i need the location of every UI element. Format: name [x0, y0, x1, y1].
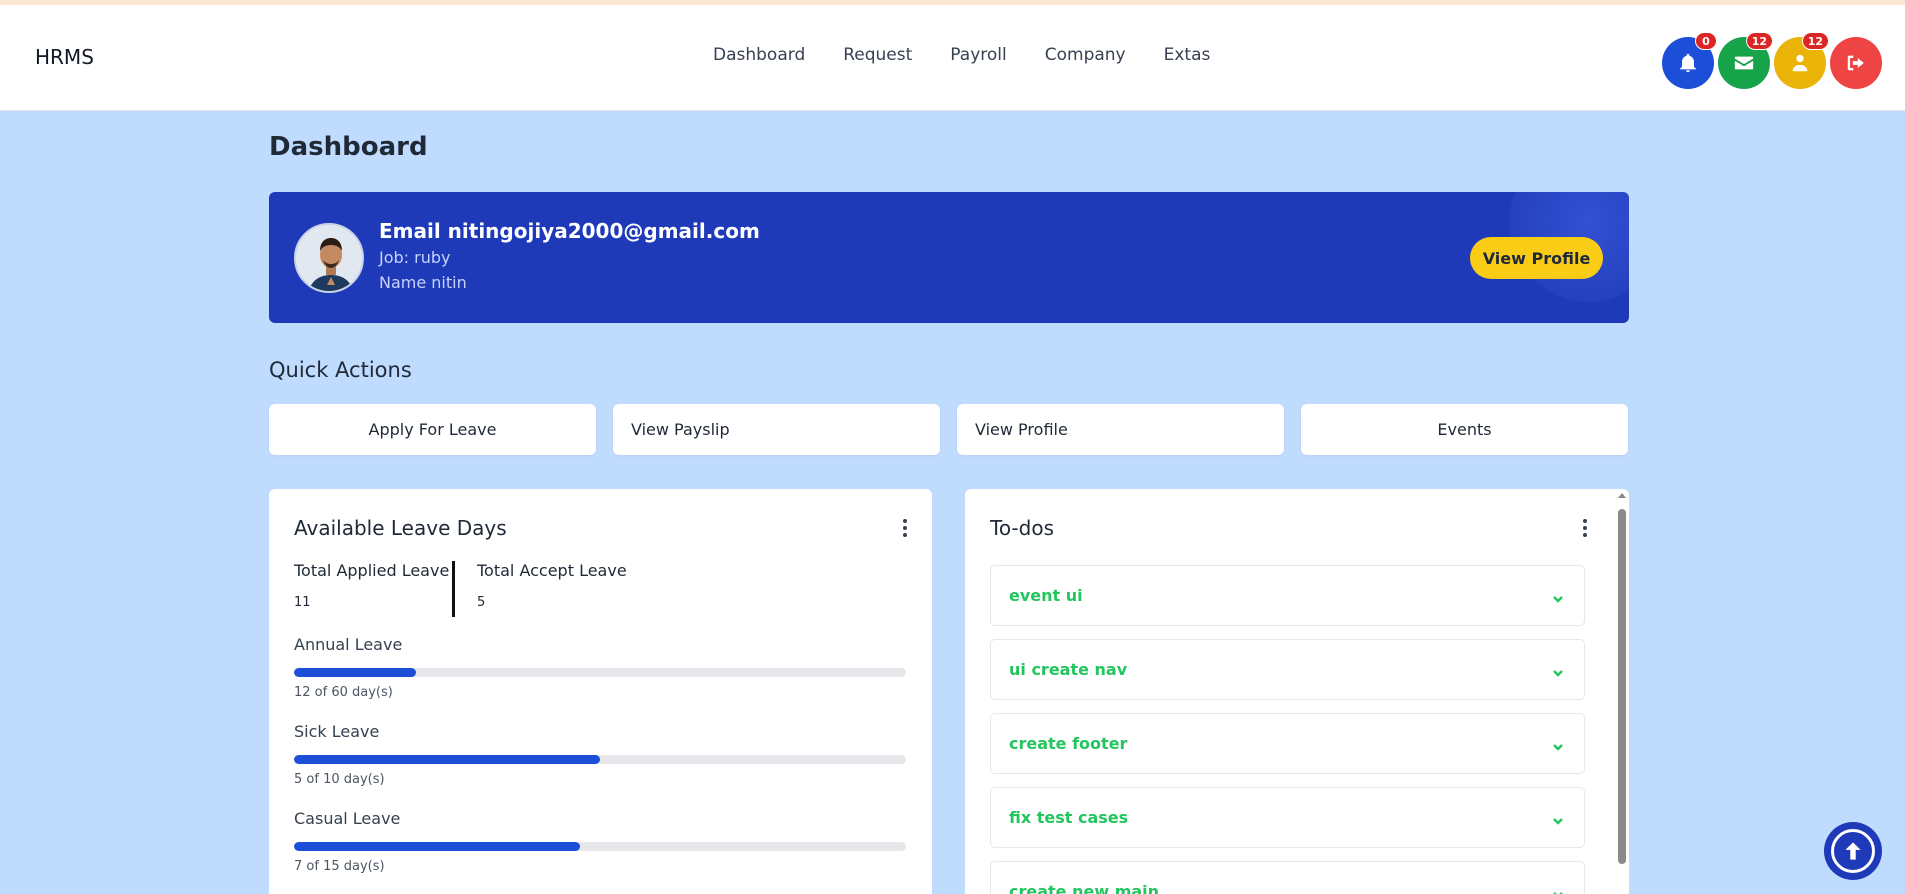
chevron-down-icon[interactable]: [1552, 812, 1564, 825]
leave-progress-bar: [294, 755, 906, 764]
todo-label: ui create nav: [1009, 660, 1128, 679]
avatar: [294, 223, 364, 293]
profile-card: Email nitingojiya2000@gmail.com Job: rub…: [269, 192, 1629, 323]
todo-item[interactable]: fix test cases: [990, 787, 1585, 848]
quick-actions-title: Quick Actions: [269, 358, 412, 382]
events-button[interactable]: Events: [1301, 404, 1628, 455]
leave-card-title: Available Leave Days: [294, 516, 507, 540]
logout-button[interactable]: [1830, 37, 1882, 89]
profile-name: Name nitin: [379, 273, 467, 292]
casual-leave-block: Casual Leave 7 of 15 day(s): [294, 809, 906, 874]
arrow-up-icon: [1831, 829, 1875, 873]
leave-type-name: Annual Leave: [294, 635, 403, 654]
leave-caption: 7 of 15 day(s): [294, 859, 385, 874]
nav-link-extas[interactable]: Extas: [1164, 45, 1211, 65]
nav-links: Dashboard Request Payroll Company Extas: [713, 45, 1210, 65]
navbar: HRMS Dashboard Request Payroll Company E…: [0, 5, 1905, 111]
todo-item[interactable]: create footer: [990, 713, 1585, 774]
view-profile-button[interactable]: View Profile: [1470, 237, 1603, 279]
leave-type-name: Sick Leave: [294, 722, 380, 741]
todo-label: event ui: [1009, 586, 1083, 605]
apply-for-leave-button[interactable]: Apply For Leave: [269, 404, 596, 455]
todos-scrollbar[interactable]: [1617, 491, 1627, 894]
total-accept-stat: Total Accept Leave 5: [477, 561, 627, 610]
todo-item[interactable]: create new main: [990, 861, 1585, 894]
leave-type-name: Casual Leave: [294, 809, 401, 828]
profile-job: Job: ruby: [379, 248, 451, 267]
stat-divider: [452, 561, 455, 617]
chevron-down-icon[interactable]: [1552, 664, 1564, 677]
total-accept-label: Total Accept Leave: [477, 561, 627, 580]
chevron-down-icon[interactable]: [1552, 886, 1564, 894]
messages-badge: 12: [1745, 32, 1773, 50]
mail-icon: [1734, 56, 1754, 70]
total-applied-value: 11: [294, 595, 311, 610]
sick-leave-block: Sick Leave 5 of 10 day(s): [294, 722, 906, 787]
brand-logo[interactable]: HRMS: [35, 45, 94, 69]
todos-card: To-dos event ui ui create nav create foo…: [965, 489, 1629, 894]
chevron-down-icon[interactable]: [1552, 590, 1564, 603]
profile-email: Email nitingojiya2000@gmail.com: [379, 219, 760, 243]
nav-icons: 0 12 12: [1662, 32, 1882, 89]
users-button[interactable]: 12: [1774, 32, 1829, 89]
nav-link-request[interactable]: Request: [843, 45, 912, 65]
leave-progress-fill: [294, 755, 600, 764]
annual-leave-block: Annual Leave 12 of 60 day(s): [294, 635, 906, 700]
page-title: Dashboard: [269, 132, 428, 162]
bell-icon: [1680, 53, 1696, 73]
todo-label: create footer: [1009, 734, 1128, 753]
total-accept-value: 5: [477, 595, 486, 610]
total-applied-stat: Total Applied Leave 11: [294, 561, 449, 610]
scroll-to-top-button[interactable]: [1824, 822, 1882, 880]
todo-item[interactable]: ui create nav: [990, 639, 1585, 700]
nav-link-dashboard[interactable]: Dashboard: [713, 45, 805, 65]
leave-progress-bar: [294, 842, 906, 851]
scroll-thumb[interactable]: [1618, 509, 1626, 864]
nav-link-payroll[interactable]: Payroll: [950, 45, 1006, 65]
todos-card-menu-icon[interactable]: [1582, 519, 1588, 537]
available-leave-card: Available Leave Days Total Applied Leave…: [269, 489, 932, 894]
todo-label: fix test cases: [1009, 808, 1129, 827]
leave-caption: 5 of 10 day(s): [294, 772, 385, 787]
notifications-button[interactable]: 0: [1662, 32, 1717, 89]
todo-item[interactable]: event ui: [990, 565, 1585, 626]
messages-button[interactable]: 12: [1718, 32, 1773, 89]
view-profile-quick-button[interactable]: View Profile: [957, 404, 1284, 455]
leave-card-menu-icon[interactable]: [902, 519, 908, 537]
nav-link-company[interactable]: Company: [1045, 45, 1126, 65]
logout-icon: [1847, 55, 1864, 71]
leave-progress-fill: [294, 668, 417, 677]
users-badge: 12: [1801, 32, 1829, 50]
notifications-badge: 0: [1695, 32, 1717, 50]
scroll-up-arrow-icon[interactable]: [1618, 493, 1626, 498]
leave-caption: 12 of 60 day(s): [294, 685, 393, 700]
leave-progress-bar: [294, 668, 906, 677]
chevron-down-icon[interactable]: [1552, 738, 1564, 751]
todo-label: create new main: [1009, 882, 1160, 894]
leave-progress-fill: [294, 842, 580, 851]
todos-card-title: To-dos: [990, 516, 1054, 540]
user-icon: [1792, 54, 1808, 72]
total-applied-label: Total Applied Leave: [294, 561, 450, 580]
view-payslip-button[interactable]: View Payslip: [613, 404, 940, 455]
